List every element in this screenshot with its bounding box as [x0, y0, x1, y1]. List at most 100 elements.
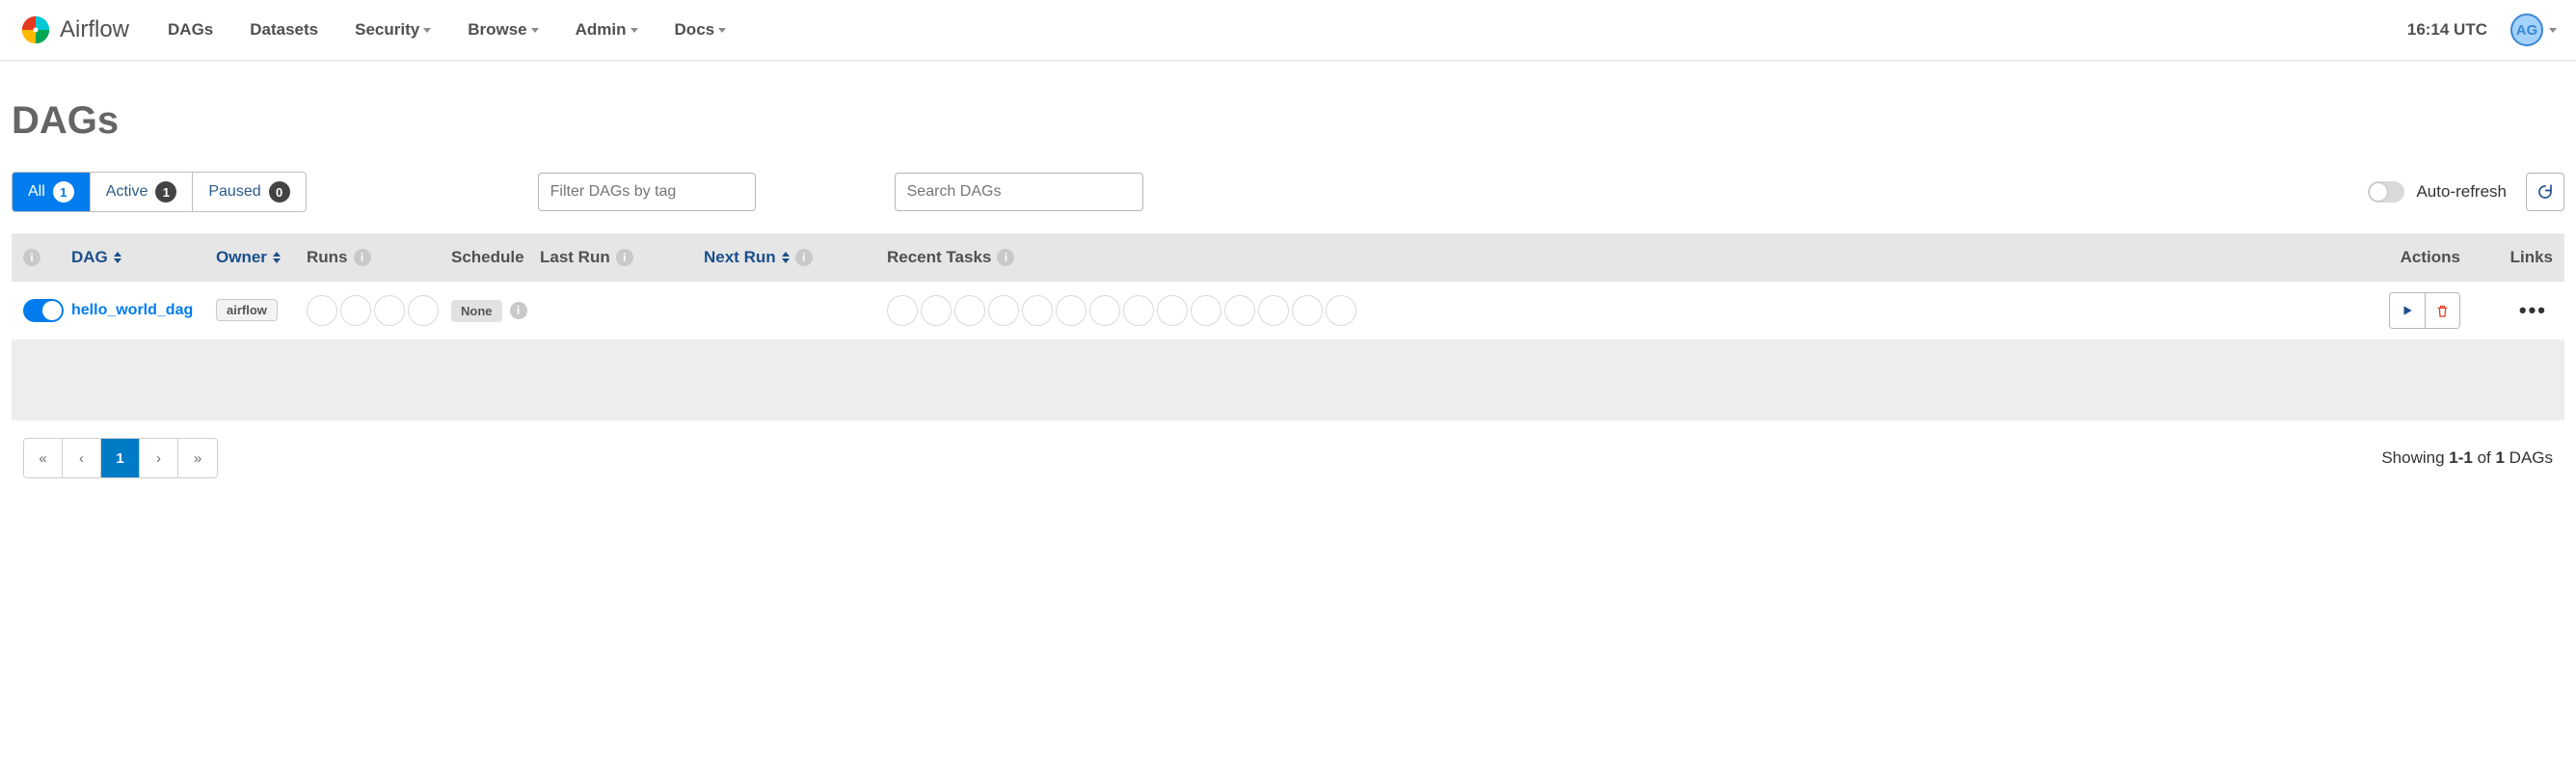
page-last[interactable]: »: [178, 439, 217, 477]
sort-icon: [273, 252, 281, 263]
play-icon: [2401, 304, 2414, 317]
tab-active-count: 1: [155, 181, 176, 203]
task-circle[interactable]: [1326, 295, 1356, 326]
sort-icon: [782, 252, 790, 263]
page-prev[interactable]: ‹: [63, 439, 101, 477]
nav-admin-label: Admin: [576, 20, 627, 40]
task-circle[interactable]: [887, 295, 918, 326]
schedule-chip[interactable]: None: [451, 300, 502, 322]
filter-tags-input[interactable]: [538, 173, 756, 211]
nav-docs[interactable]: Docs: [675, 20, 727, 40]
user-avatar: AG: [2510, 14, 2543, 46]
showing-prefix: Showing: [2381, 448, 2449, 467]
info-icon[interactable]: i: [354, 249, 371, 266]
brand[interactable]: Airflow: [19, 14, 129, 46]
task-circle[interactable]: [1258, 295, 1289, 326]
showing-of: of: [2473, 448, 2496, 467]
info-icon[interactable]: i: [510, 302, 527, 319]
col-recent: Recent Tasks i: [887, 248, 1359, 267]
info-icon[interactable]: i: [795, 249, 813, 266]
col-owner[interactable]: Owner: [216, 248, 307, 267]
info-icon[interactable]: i: [23, 249, 40, 266]
showing-suffix: DAGs: [2505, 448, 2553, 467]
col-dag-label: DAG: [71, 248, 108, 267]
sort-icon: [114, 252, 121, 263]
delete-dag-button[interactable]: [2425, 293, 2459, 328]
chevron-down-icon: [2549, 28, 2557, 33]
showing-total: 1: [2495, 448, 2504, 467]
task-circle[interactable]: [1191, 295, 1221, 326]
tab-paused-count: 0: [269, 181, 290, 203]
run-circle[interactable]: [340, 295, 371, 326]
pager: « ‹ 1 › »: [23, 438, 218, 478]
col-links-label: Links: [2510, 248, 2553, 267]
task-circle[interactable]: [1292, 295, 1323, 326]
table-header: i DAG Owner Runs i Schedule Last Run i N…: [12, 233, 2564, 282]
task-circle[interactable]: [1123, 295, 1154, 326]
airflow-pinwheel-icon: [19, 14, 52, 46]
links-menu-button[interactable]: •••: [2513, 298, 2553, 323]
nav-datasets[interactable]: Datasets: [250, 20, 318, 40]
task-circle[interactable]: [1056, 295, 1087, 326]
showing-range: 1-1: [2449, 448, 2473, 467]
task-circle[interactable]: [1022, 295, 1053, 326]
brand-text: Airflow: [60, 16, 129, 43]
search-dags-input[interactable]: [895, 173, 1143, 211]
nav-dags-label: DAGs: [168, 20, 213, 40]
task-circle[interactable]: [1089, 295, 1120, 326]
nav-admin[interactable]: Admin: [576, 20, 638, 40]
nav-security-label: Security: [355, 20, 419, 40]
tab-active[interactable]: Active 1: [91, 173, 194, 211]
task-circle[interactable]: [1157, 295, 1188, 326]
tab-all[interactable]: All 1: [13, 173, 91, 211]
dag-pause-toggle[interactable]: [23, 299, 64, 322]
table-row: hello_world_dag airflow None i: [12, 282, 2564, 339]
info-icon[interactable]: i: [616, 249, 633, 266]
task-circle[interactable]: [921, 295, 952, 326]
col-owner-label: Owner: [216, 248, 267, 267]
info-icon[interactable]: i: [997, 249, 1014, 266]
tab-all-count: 1: [53, 181, 74, 203]
col-nextrun[interactable]: Next Run i: [704, 248, 887, 267]
user-menu[interactable]: AG: [2510, 14, 2557, 46]
col-schedule-label: Schedule: [451, 248, 524, 267]
task-circle[interactable]: [1224, 295, 1255, 326]
status-tabs: All 1 Active 1 Paused 0: [12, 172, 307, 212]
run-circle[interactable]: [408, 295, 439, 326]
chevron-down-icon: [718, 28, 726, 33]
col-recent-label: Recent Tasks: [887, 248, 991, 267]
col-lastrun: Last Run i: [540, 248, 704, 267]
nav-dags[interactable]: DAGs: [168, 20, 213, 40]
page-title: DAGs: [12, 99, 2564, 143]
col-nextrun-label: Next Run: [704, 248, 776, 267]
showing-text: Showing 1-1 of 1 DAGs: [2381, 448, 2553, 468]
clock[interactable]: 16:14 UTC: [2407, 20, 2487, 40]
nav-docs-label: Docs: [675, 20, 715, 40]
trigger-dag-button[interactable]: [2390, 293, 2425, 328]
page-current[interactable]: 1: [101, 439, 140, 477]
refresh-button[interactable]: [2526, 173, 2564, 211]
page-next[interactable]: ›: [140, 439, 178, 477]
col-actions-label: Actions: [2401, 248, 2460, 267]
refresh-icon: [2536, 183, 2554, 201]
run-circle[interactable]: [307, 295, 337, 326]
nav-security[interactable]: Security: [355, 20, 431, 40]
dag-name-link[interactable]: hello_world_dag: [71, 302, 193, 318]
autorefresh-toggle[interactable]: [2368, 181, 2404, 203]
page-first[interactable]: «: [24, 439, 63, 477]
tab-paused[interactable]: Paused 0: [193, 173, 305, 211]
nav-browse[interactable]: Browse: [468, 20, 538, 40]
table-empty-space: [12, 339, 2564, 420]
owner-chip[interactable]: airflow: [216, 299, 278, 321]
nav-browse-label: Browse: [468, 20, 526, 40]
col-actions: Actions: [1359, 248, 2485, 267]
run-circle[interactable]: [374, 295, 405, 326]
task-circle[interactable]: [954, 295, 985, 326]
col-dag[interactable]: DAG: [71, 248, 216, 267]
chevron-down-icon: [631, 28, 638, 33]
chevron-down-icon: [531, 28, 539, 33]
task-circle[interactable]: [988, 295, 1019, 326]
tab-active-label: Active: [106, 183, 148, 201]
trash-icon: [2435, 304, 2450, 318]
runs-status: [307, 295, 451, 326]
